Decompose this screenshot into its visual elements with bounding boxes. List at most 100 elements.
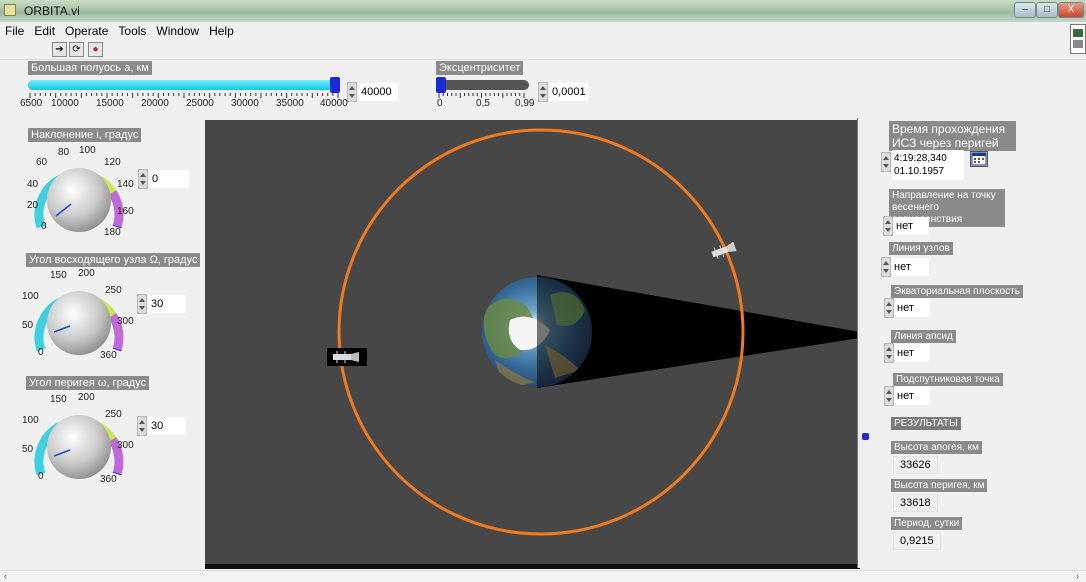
tick-label: 25000 [186, 98, 214, 109]
title-bar: ORBITA.vi – □ X [0, 0, 1086, 22]
period-value: 0,9215 [893, 532, 941, 550]
subsatellite-point-spinner[interactable] [884, 386, 894, 406]
inclination-label: Наклонение i, градус [28, 128, 142, 142]
knob-tick: 60 [36, 157, 48, 168]
tick-label: 6500 [20, 98, 43, 109]
tick-label: 15000 [96, 98, 124, 109]
vernal-equinox-spinner[interactable] [883, 216, 893, 236]
tick-label: 20000 [141, 98, 169, 109]
close-button[interactable]: X [1058, 2, 1084, 18]
vernal-equinox-value[interactable]: нет [893, 217, 929, 235]
inclination-value[interactable]: 0 [149, 170, 189, 188]
line-of-nodes-value[interactable]: нет [891, 258, 929, 276]
satellite-icon [327, 348, 367, 366]
knob-tick: 100 [79, 145, 96, 156]
tick-label: 10000 [51, 98, 79, 109]
subsatellite-point-label: Подспутниковая точка [893, 373, 1003, 386]
knob-tick: 150 [50, 270, 67, 281]
semi-axis-spinner[interactable] [347, 82, 357, 102]
equatorial-plane-spinner[interactable] [884, 298, 894, 318]
semi-axis-slider-fill [28, 80, 340, 90]
knob-tick: 0 [38, 347, 44, 358]
inclination-spinner[interactable] [138, 169, 148, 189]
node-spinner[interactable] [137, 294, 147, 314]
knob-tick: 40 [27, 179, 39, 190]
knob-tick: 300 [117, 316, 134, 327]
line-of-apsides-spinner[interactable] [884, 343, 894, 363]
perigee-spinner[interactable] [137, 416, 147, 436]
perigee-date-value: 01.10.1957 [894, 166, 945, 177]
plot-scroll-handle[interactable] [862, 433, 869, 440]
node-label: Угол восходящего узла Ω, градус [26, 253, 201, 267]
orbit-scene [327, 128, 860, 536]
perigee-time-value: 4:19:28,340 [894, 153, 947, 164]
apogee-value: 33626 [893, 456, 938, 474]
line-of-nodes-label: Линия узлов [889, 242, 953, 255]
perigee-time-field[interactable]: 4:19:28,340 01.10.1957 [892, 150, 964, 180]
plot-scrollbar-right[interactable] [857, 118, 861, 568]
perigee-value[interactable]: 30 [148, 417, 186, 435]
semi-axis-tick-labels: 6500 10000 15000 20000 25000 30000 35000… [20, 98, 350, 112]
knob-tick: 160 [117, 206, 134, 217]
menu-help[interactable]: Help [204, 22, 239, 40]
knob-tick: 140 [117, 179, 134, 190]
line-of-apsides-label: Линия апсид [891, 330, 956, 343]
knob-tick: 150 [50, 394, 67, 405]
semi-axis-label: Большая полуось a, км [28, 61, 152, 75]
knob-tick: 80 [58, 147, 70, 158]
knob-tick: 120 [104, 157, 121, 168]
perigee-time-spinner[interactable] [881, 152, 891, 172]
perigee-height-value: 33618 [893, 494, 938, 512]
line-of-apsides-value[interactable]: нет [894, 344, 930, 362]
knob-tick: 360 [100, 474, 117, 485]
orbit-plot[interactable] [205, 120, 860, 565]
line-of-nodes-spinner[interactable] [881, 257, 891, 277]
tick-label: 35000 [276, 98, 304, 109]
knob-tick: 20 [27, 200, 39, 211]
knob-tick: 50 [22, 320, 34, 331]
abort-icon[interactable]: ● [88, 42, 103, 57]
eccentricity-slider-track[interactable] [436, 80, 529, 90]
minimize-button[interactable]: – [1014, 2, 1036, 18]
toolbar: ➔ ⟳ ● [0, 40, 1086, 60]
tick-label: 0 [437, 98, 443, 109]
perigee-label: Угол перигея ω, градус [26, 376, 150, 390]
knob-tick: 180 [104, 227, 121, 238]
knob-tick: 300 [117, 440, 134, 451]
scroll-left-icon[interactable]: ‹ [4, 571, 7, 581]
eccentricity-spinner[interactable] [538, 82, 548, 102]
semi-axis-value[interactable]: 40000 [358, 83, 398, 101]
window-horizontal-scrollbar[interactable]: ‹ › [0, 570, 1086, 582]
eccentricity-value[interactable]: 0,0001 [549, 83, 589, 101]
node-value[interactable]: 30 [148, 295, 186, 313]
knob-tick: 0 [41, 221, 47, 232]
knob-tick: 250 [105, 285, 122, 296]
menu-edit[interactable]: Edit [29, 22, 60, 40]
app-icon [4, 4, 16, 16]
menu-operate[interactable]: Operate [60, 22, 113, 40]
run-arrow-icon[interactable]: ➔ [52, 42, 67, 57]
eccentricity-label: Эксцентриситет [436, 61, 524, 75]
results-header: РЕЗУЛЬТАТЫ [891, 417, 961, 430]
run-continuously-icon[interactable]: ⟳ [69, 42, 84, 57]
semi-axis-slider-thumb[interactable] [330, 77, 340, 93]
menu-window[interactable]: Window [151, 22, 204, 40]
knob-tick: 100 [22, 415, 39, 426]
scroll-right-icon[interactable]: › [1076, 571, 1079, 581]
period-label: Период, сутки [891, 517, 963, 530]
eccentricity-slider-thumb[interactable] [436, 77, 446, 93]
knob-tick: 200 [78, 392, 95, 403]
equatorial-plane-value[interactable]: нет [894, 299, 930, 317]
calendar-icon[interactable] [970, 151, 988, 167]
tick-label: 30000 [231, 98, 259, 109]
menu-tools[interactable]: Tools [113, 22, 151, 40]
knob-tick: 0 [38, 471, 44, 482]
menu-file[interactable]: File [0, 22, 29, 40]
subsatellite-point-value[interactable]: нет [894, 387, 930, 405]
knob-tick: 50 [22, 444, 34, 455]
semi-axis-slider-track[interactable] [28, 80, 340, 90]
maximize-button[interactable]: □ [1036, 2, 1058, 18]
plot-scrollbar-bottom [205, 564, 860, 569]
perigee-height-label: Высота перигея, км [891, 479, 988, 492]
knob-tick: 100 [22, 291, 39, 302]
